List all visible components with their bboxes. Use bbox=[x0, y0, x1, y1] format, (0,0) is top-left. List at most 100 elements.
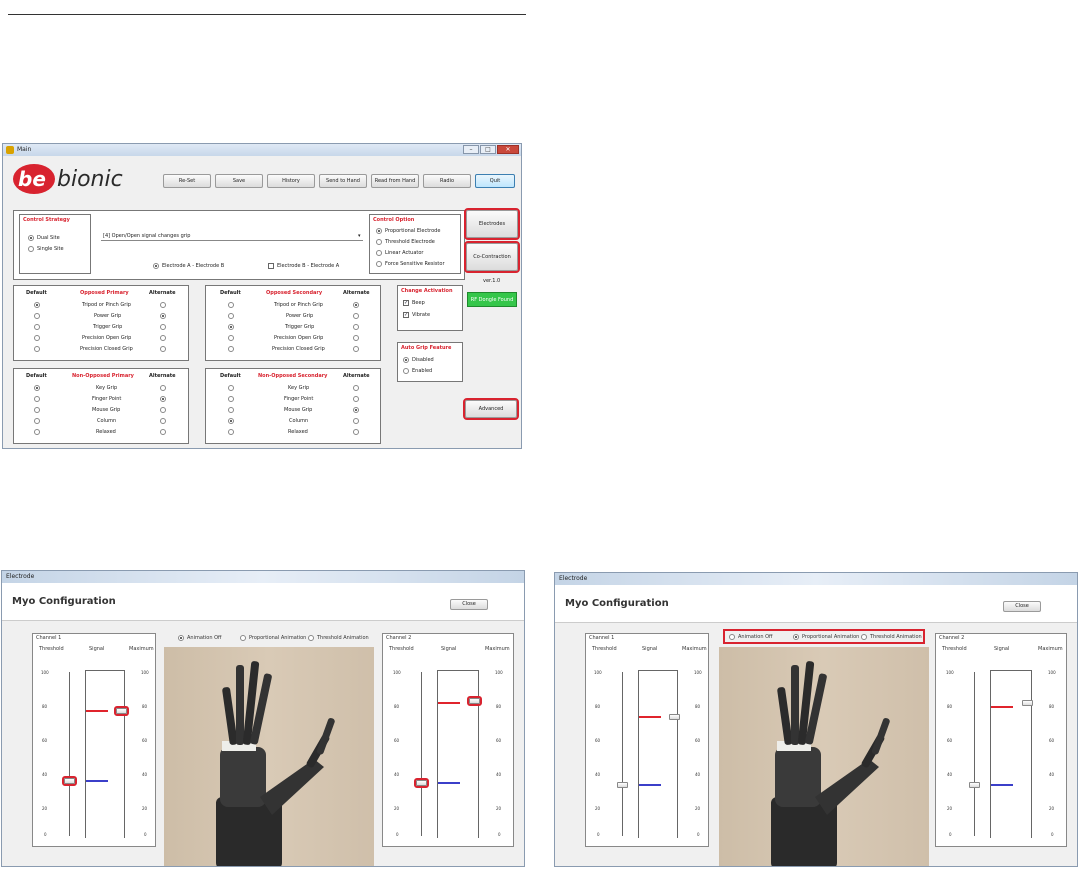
tick: 60 bbox=[947, 738, 953, 743]
nos-alt-radio[interactable] bbox=[353, 396, 359, 402]
os-default-radio[interactable] bbox=[228, 335, 234, 341]
os-default-radio[interactable] bbox=[228, 313, 234, 319]
threshold-slider-thumb[interactable] bbox=[969, 782, 980, 788]
os-default-radio[interactable] bbox=[228, 346, 234, 352]
minimize-icon[interactable]: – bbox=[463, 145, 479, 154]
nos-default-radio[interactable] bbox=[228, 407, 234, 413]
threshold-slider-track[interactable] bbox=[974, 672, 975, 836]
control-strategy-title: Control Strategy bbox=[23, 217, 70, 223]
beep-checkbox[interactable]: ✓ bbox=[403, 300, 409, 306]
tick: 0 bbox=[697, 832, 700, 837]
proportional-electrode-radio[interactable] bbox=[376, 228, 382, 234]
quit-button[interactable]: Quit bbox=[475, 174, 515, 188]
chevron-down-icon[interactable]: ▾ bbox=[358, 233, 361, 239]
op-alt-radio[interactable] bbox=[160, 302, 166, 308]
nop-alt-radio[interactable] bbox=[160, 396, 166, 402]
nos-default-radio[interactable] bbox=[228, 418, 234, 424]
os-default-radio[interactable] bbox=[228, 302, 234, 308]
nop-default-radio[interactable] bbox=[34, 396, 40, 402]
vibrate-checkbox[interactable]: ✓ bbox=[403, 312, 409, 318]
threshold-slider-thumb[interactable] bbox=[62, 776, 77, 786]
os-alt-radio[interactable] bbox=[353, 335, 359, 341]
send-to-hand-button[interactable]: Send to Hand bbox=[319, 174, 367, 188]
nop-alt-radio[interactable] bbox=[160, 418, 166, 424]
op-default-radio[interactable] bbox=[34, 324, 40, 330]
op-default-radio[interactable] bbox=[34, 346, 40, 352]
radio-button[interactable]: Radio bbox=[423, 174, 471, 188]
channel1-group: Channel 1 Threshold Signal Maximum 100 8… bbox=[32, 633, 156, 847]
maximum-slider-thumb[interactable] bbox=[114, 706, 129, 716]
threshold-animation-radio[interactable] bbox=[308, 635, 314, 641]
close-icon[interactable]: ✕ bbox=[497, 145, 519, 154]
nop-alt-radio[interactable] bbox=[160, 429, 166, 435]
animation-off-radio[interactable] bbox=[729, 634, 735, 640]
os-alt-radio[interactable] bbox=[353, 324, 359, 330]
electrode-ab-radio[interactable] bbox=[153, 263, 159, 269]
auto-grip-enabled-radio[interactable] bbox=[403, 368, 409, 374]
nos-default-radio[interactable] bbox=[228, 429, 234, 435]
history-button[interactable]: History bbox=[267, 174, 315, 188]
os-alt-radio[interactable] bbox=[353, 346, 359, 352]
myo-close-button[interactable]: Close bbox=[450, 599, 488, 610]
threshold-animation-radio[interactable] bbox=[861, 634, 867, 640]
maximum-slider-thumb[interactable] bbox=[669, 714, 680, 720]
nop-alt-radio[interactable] bbox=[160, 385, 166, 391]
maximum-slider-thumb[interactable] bbox=[467, 696, 482, 706]
single-site-radio[interactable] bbox=[28, 246, 34, 252]
rf-dongle-button[interactable]: RF Dongle Found bbox=[467, 292, 517, 307]
nop-default-radio[interactable] bbox=[34, 429, 40, 435]
main-window: Main – □ ✕ be bionic Re-Set Save History… bbox=[2, 143, 522, 449]
nop-default-radio[interactable] bbox=[34, 418, 40, 424]
electrode-ba-checkbox[interactable] bbox=[268, 263, 274, 269]
threshold-slider-track[interactable] bbox=[421, 672, 422, 836]
maximum-slider-thumb[interactable] bbox=[1022, 700, 1033, 706]
threshold-slider-track[interactable] bbox=[69, 672, 70, 836]
reset-button[interactable]: Re-Set bbox=[163, 174, 211, 188]
os-alt-radio[interactable] bbox=[353, 313, 359, 319]
tick: 20 bbox=[695, 806, 701, 811]
op-alt-radio[interactable] bbox=[160, 324, 166, 330]
os-alt-radio[interactable] bbox=[353, 302, 359, 308]
nos-default-radio[interactable] bbox=[228, 396, 234, 402]
maximize-icon[interactable]: □ bbox=[480, 145, 496, 154]
grip-mode-select[interactable]: [4] Open/Open signal changes grip bbox=[101, 231, 363, 241]
electrodes-button[interactable]: Electrodes bbox=[464, 208, 520, 240]
co-contraction-button[interactable]: Co-Contraction bbox=[464, 241, 520, 273]
save-button[interactable]: Save bbox=[215, 174, 263, 188]
op-default-radio[interactable] bbox=[34, 313, 40, 319]
proportional-animation-radio[interactable] bbox=[793, 634, 799, 640]
opposed-secondary-group: Default Opposed Secondary Alternate Trip… bbox=[205, 285, 381, 361]
nos-alt-radio[interactable] bbox=[353, 429, 359, 435]
force-sensitive-resistor-radio[interactable] bbox=[376, 261, 382, 267]
op-default-radio[interactable] bbox=[34, 335, 40, 341]
read-from-hand-button[interactable]: Read from Hand bbox=[371, 174, 419, 188]
nos-alt-radio[interactable] bbox=[353, 418, 359, 424]
nos-alt-radio[interactable] bbox=[353, 407, 359, 413]
op-default-radio[interactable] bbox=[34, 302, 40, 308]
dual-site-radio[interactable] bbox=[28, 235, 34, 241]
nos-default-radio[interactable] bbox=[228, 385, 234, 391]
signal-threshold-line bbox=[639, 784, 661, 786]
nop-default-radio[interactable] bbox=[34, 385, 40, 391]
op-alt-radio[interactable] bbox=[160, 346, 166, 352]
linear-actuator-radio[interactable] bbox=[376, 250, 382, 256]
myo-header: Myo Configuration Close bbox=[555, 585, 1077, 623]
op-alt-radio[interactable] bbox=[160, 335, 166, 341]
proportional-animation-radio[interactable] bbox=[240, 635, 246, 641]
threshold-slider-thumb[interactable] bbox=[414, 778, 429, 788]
tick: 0 bbox=[144, 832, 147, 837]
animation-off-radio[interactable] bbox=[178, 635, 184, 641]
nop-default-radio[interactable] bbox=[34, 407, 40, 413]
os-default-radio[interactable] bbox=[228, 324, 234, 330]
threshold-slider-track[interactable] bbox=[622, 672, 623, 836]
advanced-button[interactable]: Advanced bbox=[463, 398, 519, 420]
auto-grip-disabled-radio[interactable] bbox=[403, 357, 409, 363]
threshold-slider-thumb[interactable] bbox=[617, 782, 628, 788]
nop-alt-radio[interactable] bbox=[160, 407, 166, 413]
tick: 40 bbox=[1049, 772, 1055, 777]
threshold-electrode-radio[interactable] bbox=[376, 239, 382, 245]
myo-close-button[interactable]: Close bbox=[1003, 601, 1041, 612]
op-alt-radio[interactable] bbox=[160, 313, 166, 319]
opposed-primary-group: Default Opposed Primary Alternate Tripod… bbox=[13, 285, 189, 361]
nos-alt-radio[interactable] bbox=[353, 385, 359, 391]
